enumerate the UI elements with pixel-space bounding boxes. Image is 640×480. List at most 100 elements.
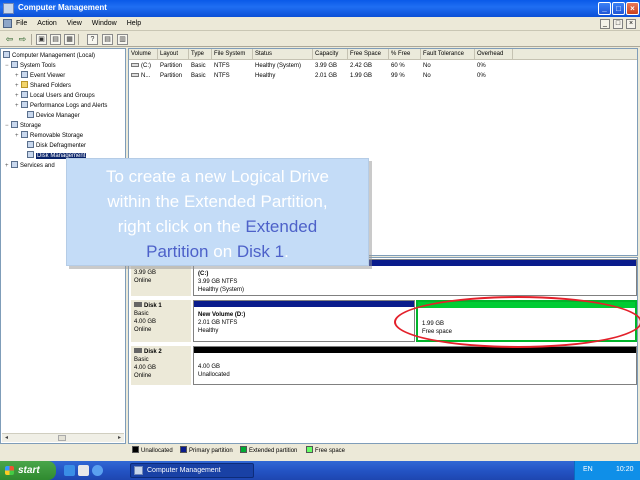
tree-item-system-tools[interactable]: − System Tools [5, 61, 56, 71]
forward-icon[interactable]: ⇨ [17, 34, 28, 45]
legend-item-primary: Primary partition [180, 444, 233, 458]
disk-2-row[interactable]: Disk 2 Basic 4.00 GB Online 4.00 GB Unal… [131, 346, 637, 385]
disk-name: Disk 2 [144, 349, 162, 355]
table-cell: 99 % [391, 73, 405, 79]
table-cell: Basic [191, 63, 206, 69]
start-button[interactable]: start [0, 461, 56, 480]
table-cell: (C:) [129, 61, 151, 71]
column-header-type[interactable]: Type [189, 49, 212, 60]
scroll-left-icon[interactable]: ◂ [2, 434, 11, 442]
scroll-right-icon[interactable]: ▸ [115, 434, 124, 442]
child-minimize-button[interactable]: _ [600, 19, 610, 29]
child-restore-button[interactable]: □ [613, 19, 623, 29]
column-header-layout[interactable]: Layout [158, 49, 189, 60]
partition-name: New Volume (D:) [198, 312, 246, 318]
disk-icon [134, 302, 142, 307]
callout-line-2: within the Extended Partition, [107, 192, 328, 211]
tree-item-storage[interactable]: − Storage [5, 121, 41, 131]
show-desktop-icon[interactable] [64, 465, 75, 476]
close-button[interactable]: × [626, 2, 639, 15]
back-icon[interactable]: ⇦ [4, 34, 15, 45]
menu-window[interactable]: Window [92, 20, 117, 27]
legend-item-extended: Extended partition [240, 444, 297, 458]
legend-item-free-space: Free space [306, 444, 345, 458]
tree-item-event-viewer[interactable]: + Event Viewer [15, 71, 65, 81]
language-indicator[interactable]: EN [583, 466, 593, 473]
tools-icon [11, 61, 18, 68]
folder-icon [21, 81, 28, 88]
mmc-document-icon[interactable] [3, 19, 12, 28]
legend-swatch [180, 446, 187, 453]
table-row[interactable]: N... Partition Basic NTFS Healthy 2.01 G… [129, 71, 637, 81]
taskbar-button-computer-management[interactable]: Computer Management [130, 463, 254, 478]
view-icon[interactable]: ▥ [117, 34, 128, 45]
callout-line-3: right click on the Extended [117, 217, 318, 236]
disk-icon [134, 348, 142, 353]
help-icon[interactable]: ? [87, 34, 98, 45]
column-header-volume[interactable]: Volume [129, 49, 158, 60]
column-header-overhead[interactable]: Overhead [475, 49, 513, 60]
maximize-button[interactable]: □ [612, 2, 625, 15]
tree-item-device-manager[interactable]: Device Manager [21, 111, 80, 121]
table-cell: 2.01 GB [315, 73, 338, 79]
services-icon [11, 161, 18, 168]
tree-item-local-users-groups[interactable]: + Local Users and Groups [15, 91, 95, 101]
column-header-fault-tolerance[interactable]: Fault Tolerance [421, 49, 475, 60]
callout-line-1: To create a new Logical Drive [105, 167, 329, 186]
scroll-thumb[interactable] [58, 435, 66, 441]
disk-status: Online [134, 278, 152, 284]
column-header-free-space[interactable]: Free Space [348, 49, 389, 60]
disk-2-label[interactable]: Disk 2 Basic 4.00 GB Online [131, 346, 191, 385]
system-tray: EN 10:20 [574, 461, 640, 480]
disk-size: 4.00 GB [134, 319, 157, 325]
tree-item-performance-logs[interactable]: + Performance Logs and Alerts [15, 101, 107, 111]
export-list-icon[interactable]: ▦ [64, 34, 75, 45]
show-hide-tree-icon[interactable]: ▤ [50, 34, 61, 45]
computer-icon [3, 51, 10, 58]
disk-1-label[interactable]: Disk 1 Basic 4.00 GB Online [131, 300, 191, 342]
tree-item-removable-storage[interactable]: + Removable Storage [15, 131, 83, 141]
internet-explorer-icon[interactable] [92, 465, 103, 476]
menu-bar: File Action View Window Help _ □ × [0, 17, 640, 31]
table-cell: No [423, 63, 431, 69]
table-cell: 1.99 GB [350, 73, 373, 79]
menu-action[interactable]: Action [37, 20, 56, 27]
menu-view[interactable]: View [67, 20, 82, 27]
disk-type: Basic [134, 357, 149, 363]
column-header-capacity[interactable]: Capacity [313, 49, 348, 60]
tree-item-disk-defragmenter[interactable]: Disk Defragmenter [21, 141, 86, 151]
media-player-icon[interactable] [78, 465, 89, 476]
tutorial-callout: To create a new Logical Drive within the… [66, 158, 369, 266]
disk-type: Basic [134, 311, 149, 317]
tree-item-services-applications[interactable]: + Services and [5, 161, 55, 171]
disk-size: 4.00 GB [134, 365, 157, 371]
menu-file[interactable]: File [16, 20, 27, 27]
window-titlebar[interactable]: Computer Management _ □ × [0, 0, 640, 17]
table-cell: 60 % [391, 63, 405, 69]
disk-status: Online [134, 373, 152, 379]
windows-logo-icon [5, 466, 14, 475]
column-header-status[interactable]: Status [253, 49, 313, 60]
menu-help[interactable]: Help [127, 20, 141, 27]
column-header-file-system[interactable]: File System [212, 49, 253, 60]
tree-item-computer-management[interactable]: Computer Management (Local) [3, 51, 95, 61]
computer-management-icon [3, 3, 14, 14]
table-cell: N... [129, 71, 150, 81]
table-cell: 0% [477, 63, 486, 69]
legend-swatch [240, 446, 247, 453]
minimize-button[interactable]: _ [598, 2, 611, 15]
partition-new-volume-d[interactable]: New Volume (D:) 2.01 GB NTFS Healthy [193, 300, 415, 342]
column-header-percent-free[interactable]: % Free [389, 49, 421, 60]
tree-item-shared-folders[interactable]: + Shared Folders [15, 81, 71, 91]
unallocated-region[interactable]: 4.00 GB Unallocated [193, 346, 637, 385]
child-close-button[interactable]: × [626, 19, 636, 29]
disk-size: 3.99 GB [134, 270, 157, 276]
clock[interactable]: 10:20 [616, 466, 634, 473]
tree-horizontal-scrollbar[interactable]: ◂ ▸ [2, 433, 124, 442]
properties-icon[interactable]: ▤ [102, 34, 113, 45]
highlight-ellipse [394, 296, 640, 348]
up-level-icon[interactable]: ▣ [36, 34, 47, 45]
table-row[interactable]: (C:) Partition Basic NTFS Healthy (Syste… [129, 61, 637, 71]
partition-name: (C:) [198, 271, 209, 277]
disk-management-icon [27, 151, 34, 158]
